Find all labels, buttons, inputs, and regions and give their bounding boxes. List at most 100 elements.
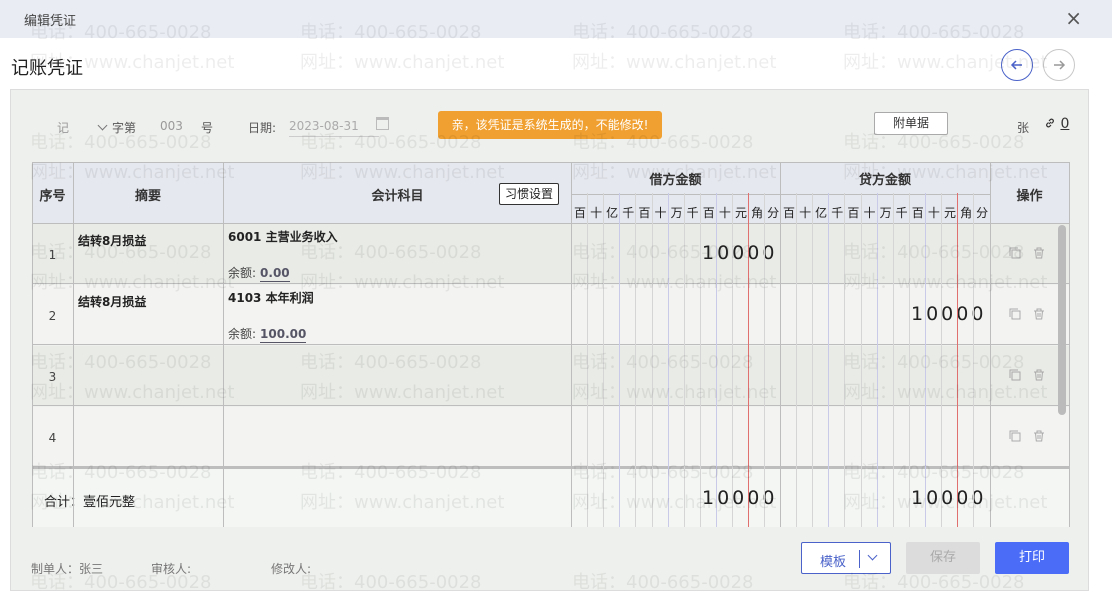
digit-divider (908, 193, 910, 527)
column-divider (32, 162, 33, 527)
page-title: 记账凭证 (11, 58, 83, 79)
row-summary[interactable]: 结转8月损益 (78, 293, 146, 310)
digit-divider (844, 193, 846, 527)
row-number: 3 (48, 370, 57, 384)
credit-digit-header: 角 (960, 206, 973, 220)
copy-icon[interactable] (1008, 246, 1022, 260)
row-number: 4 (48, 431, 57, 445)
col-debit: 借方金额 (649, 173, 702, 188)
trash-icon[interactable] (1032, 246, 1046, 260)
hao-label: 号 (201, 121, 214, 135)
chevron-down-icon (97, 120, 108, 131)
auditor-label: 审核人: (151, 562, 192, 576)
credit-digit-header: 分 (976, 206, 989, 220)
column-divider (780, 162, 781, 527)
total-label: 合计：壹佰元整 (44, 495, 136, 510)
editor-label: 修改人: (271, 562, 312, 576)
debit-digit-header: 十 (590, 206, 603, 220)
watermark-site: 网址：www.chanjet.net (300, 52, 505, 73)
voucher-number-input[interactable]: 003 (160, 119, 183, 133)
table-row[interactable]: 1 结转8月损益 6001 主营业务收入 余额: 0.00 10000 (32, 224, 1069, 284)
voucher-word-select[interactable]: 字第 (97, 119, 137, 136)
credit-digit-header: 百 (847, 206, 860, 220)
row-ops (1008, 246, 1046, 260)
dialog-title: 编辑凭证 (24, 14, 77, 29)
trash-icon[interactable] (1032, 307, 1046, 321)
maker-label: 制单人：张三 (31, 562, 104, 576)
balance-value: 100.00 (260, 327, 307, 343)
table-row[interactable]: 4 (32, 407, 1069, 467)
row-number: 1 (48, 248, 57, 262)
arrow-left-icon (1010, 60, 1022, 70)
next-voucher-button[interactable] (1043, 49, 1075, 81)
copy-icon[interactable] (1008, 307, 1022, 321)
credit-digit-header: 十 (927, 206, 940, 220)
total-row: 合计：壹佰元整 10000 10000 (32, 467, 1069, 527)
digit-divider (876, 193, 878, 527)
column-divider (223, 162, 224, 527)
column-divider (990, 162, 991, 527)
balance-label: 余额: (228, 327, 257, 341)
row-summary[interactable]: 结转8月损益 (78, 232, 146, 249)
row-ops (1008, 429, 1046, 443)
digit-divider (635, 193, 637, 527)
credit-digit-header: 百 (782, 206, 795, 220)
credit-digit-header: 十 (863, 206, 876, 220)
table-row[interactable]: 3 (32, 346, 1069, 406)
debit-digit-header: 百 (573, 206, 586, 220)
digit-divider (973, 193, 975, 527)
digit-divider (732, 193, 733, 527)
digit-divider (860, 193, 862, 527)
dialog-titlebar: 编辑凭证 × (0, 0, 1112, 38)
debit-digit-header: 十 (718, 206, 731, 220)
print-button[interactable]: 打印 (995, 542, 1069, 574)
voucher-header: 记 字第 003 号 日期: 2023-08-31 亲，该凭证是系统生成的，不能… (11, 90, 1088, 160)
digit-divider (764, 193, 766, 527)
date-input[interactable]: 2023-08-31 (289, 119, 379, 137)
row-account[interactable]: 6001 主营业务收入 (228, 228, 338, 245)
attachment-link[interactable]: 0 (1044, 116, 1069, 132)
save-button[interactable]: 保存 (906, 542, 980, 574)
copy-icon[interactable] (1008, 429, 1022, 443)
attachment-count: 0 (1060, 116, 1070, 132)
habit-settings-button[interactable]: 习惯设置 (499, 183, 559, 205)
credit-digit-header: 千 (895, 206, 908, 220)
template-button[interactable]: 模板 (801, 542, 891, 574)
credit-digit-header: 千 (831, 206, 844, 220)
debit-digit-header: 百 (702, 206, 715, 220)
link-icon (1046, 118, 1054, 128)
digit-divider (941, 193, 942, 527)
digit-divider (651, 193, 653, 527)
voucher-footer: 制单人：张三 审核人: 修改人: 模板 保存 打印 (11, 540, 1088, 590)
row-ops (1008, 368, 1046, 382)
digit-divider (748, 193, 750, 527)
chevron-down-icon[interactable] (867, 550, 878, 561)
calendar-icon[interactable] (376, 117, 389, 130)
zi-label: 字第 (112, 121, 137, 135)
voucher-panel: 记 字第 003 号 日期: 2023-08-31 亲，该凭证是系统生成的，不能… (10, 89, 1089, 591)
row-credit-amount[interactable]: 10000 (911, 303, 986, 325)
voucher-type[interactable]: 记 (57, 119, 69, 136)
row-debit-amount[interactable]: 10000 (702, 242, 777, 264)
digit-divider (828, 193, 830, 527)
prev-voucher-button[interactable] (1001, 49, 1033, 81)
table-scrollbar[interactable] (1058, 225, 1066, 415)
debit-digit-header: 亿 (606, 206, 619, 220)
col-ops: 操作 (1016, 189, 1043, 204)
trash-icon[interactable] (1032, 429, 1046, 443)
attachment-button[interactable]: 附单据 (874, 112, 948, 135)
row-balance: 余额: 100.00 (228, 325, 307, 343)
digit-divider (683, 193, 685, 527)
credit-digit-header: 百 (911, 206, 924, 220)
row-ops (1008, 307, 1046, 321)
copy-icon[interactable] (1008, 368, 1022, 382)
table-row[interactable]: 2 结转8月损益 4103 本年利润 余额: 100.00 10000 (32, 285, 1069, 345)
debit-digit-header: 千 (686, 206, 699, 220)
row-account[interactable]: 4103 本年利润 (228, 289, 314, 306)
col-credit: 贷方金额 (858, 173, 911, 188)
col-no: 序号 (39, 189, 66, 204)
close-icon[interactable]: × (1065, 7, 1082, 29)
digit-divider (699, 193, 701, 527)
digit-divider (587, 193, 589, 527)
trash-icon[interactable] (1032, 368, 1046, 382)
